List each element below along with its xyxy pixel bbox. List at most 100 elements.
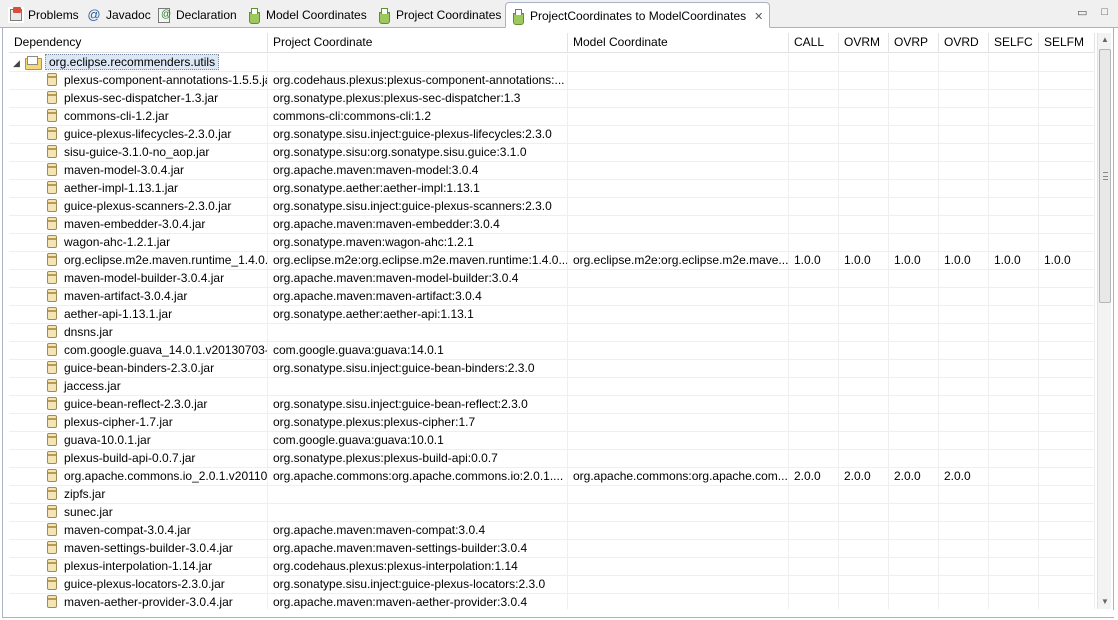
table-row[interactable]: maven-compat-3.0.4.jar org.apache.maven:m… <box>9 522 1095 540</box>
scroll-up-icon[interactable]: ▲ <box>1098 33 1112 47</box>
expand-toggle-icon[interactable]: ◢ <box>13 55 23 72</box>
column-header-selfm[interactable]: SELFM <box>1039 33 1095 53</box>
table-row[interactable]: maven-model-3.0.4.jar org.apache.maven:ma… <box>9 162 1095 180</box>
project-coordinate-cell: org.sonatype.sisu.inject:guice-bean-bind… <box>268 360 568 378</box>
tab-projectcoordinates-to-modelcoordinates[interactable]: ProjectCoordinates to ModelCoordinates ✕ <box>505 2 771 28</box>
ovrp-cell <box>889 360 939 378</box>
tab-declaration[interactable]: Declaration <box>152 4 243 26</box>
table-row[interactable]: com.google.guava_14.0.1.v20130703- com.go… <box>9 342 1095 360</box>
table-row[interactable]: guice-plexus-scanners-2.3.0.jar org.sonat… <box>9 198 1095 216</box>
empty-cell <box>789 54 839 72</box>
table-row[interactable]: jaccess.jar <box>9 378 1095 396</box>
maximize-icon[interactable]: □ <box>1101 6 1108 19</box>
table-row[interactable]: plexus-interpolation-1.14.jar org.codehau… <box>9 558 1095 576</box>
call-cell <box>789 144 839 162</box>
jar-icon <box>47 577 57 590</box>
column-header-ovrd[interactable]: OVRD <box>939 33 989 53</box>
selfm-cell <box>1039 576 1095 594</box>
model-coordinate-cell <box>568 576 789 594</box>
table-row[interactable]: guice-plexus-lifecycles-2.3.0.jar org.son… <box>9 126 1095 144</box>
ovrm-cell <box>839 540 889 558</box>
column-header-selfc[interactable]: SELFC <box>989 33 1039 53</box>
table-row[interactable]: maven-model-builder-3.0.4.jar org.apache.… <box>9 270 1095 288</box>
ovrd-cell <box>939 306 989 324</box>
ovrm-cell <box>839 90 889 108</box>
dependency-cell: jaccess.jar <box>9 378 268 396</box>
ovrm-cell <box>839 414 889 432</box>
table-row[interactable]: dnsns.jar <box>9 324 1095 342</box>
dependency-cell: commons-cli-1.2.jar <box>9 108 268 126</box>
tab-project-coordinates[interactable]: Project Coordinates <box>372 4 507 26</box>
tab-javadoc[interactable]: @ Javadoc <box>82 4 157 26</box>
selfm-cell <box>1039 126 1095 144</box>
selfm-cell <box>1039 378 1095 396</box>
tab-problems[interactable]: Problems <box>4 4 85 26</box>
table-row[interactable]: maven-aether-provider-3.0.4.jar org.apach… <box>9 594 1095 609</box>
selfm-cell <box>1039 360 1095 378</box>
call-cell <box>789 378 839 396</box>
table-row[interactable]: commons-cli-1.2.jar commons-cli:commons-c… <box>9 108 1095 126</box>
table-row[interactable]: guice-plexus-locators-2.3.0.jar org.sonat… <box>9 576 1095 594</box>
dependency-cell: guice-bean-reflect-2.3.0.jar <box>9 396 268 414</box>
selfm-cell <box>1039 288 1095 306</box>
minimize-icon[interactable]: ▭ <box>1077 6 1087 19</box>
table-row[interactable]: wagon-ahc-1.2.1.jar org.sonatype.maven:wa… <box>9 234 1095 252</box>
dependency-cell: maven-artifact-3.0.4.jar <box>9 288 268 306</box>
tab-model-coordinates[interactable]: Model Coordinates <box>242 4 373 26</box>
selfm-cell <box>1039 108 1095 126</box>
selfm-cell <box>1039 144 1095 162</box>
table-row[interactable]: plexus-cipher-1.7.jar org.sonatype.plexus… <box>9 414 1095 432</box>
table-row[interactable]: aether-api-1.13.1.jar org.sonatype.aether… <box>9 306 1095 324</box>
project-coordinate-cell <box>268 378 568 396</box>
table-row[interactable]: maven-embedder-3.0.4.jar org.apache.maven… <box>9 216 1095 234</box>
selfm-cell <box>1039 594 1095 609</box>
jar-icon <box>47 451 57 464</box>
column-header-ovrm[interactable]: OVRM <box>839 33 889 53</box>
table-row[interactable]: aether-impl-1.13.1.jar org.sonatype.aethe… <box>9 180 1095 198</box>
table-row[interactable]: sisu-guice-3.1.0-no_aop.jar org.sonatype.… <box>9 144 1095 162</box>
table-row[interactable]: org.eclipse.m2e.maven.runtime_1.4.0.jar o… <box>9 252 1095 270</box>
tree-root-row[interactable]: ◢ org.eclipse.recommenders.utils <box>9 54 1095 72</box>
ovrm-cell: 1.0.0 <box>839 252 889 270</box>
ovrp-cell <box>889 576 939 594</box>
tab-label: Project Coordinates <box>396 8 502 22</box>
model-coordinate-cell <box>568 180 789 198</box>
table-row[interactable]: org.apache.commons.io_2.0.1.v20110 org.ap… <box>9 468 1095 486</box>
project-coordinate-cell: com.google.guava:guava:14.0.1 <box>268 342 568 360</box>
table-row[interactable]: maven-settings-builder-3.0.4.jar org.apac… <box>9 540 1095 558</box>
table-row[interactable]: plexus-build-api-0.0.7.jar org.sonatype.p… <box>9 450 1095 468</box>
table-row[interactable]: guice-bean-binders-2.3.0.jar org.sonatype… <box>9 360 1095 378</box>
column-header-ovrp[interactable]: OVRP <box>889 33 939 53</box>
model-coordinate-cell <box>568 414 789 432</box>
table-row[interactable]: guice-bean-reflect-2.3.0.jar org.sonatype… <box>9 396 1095 414</box>
column-header-dependency[interactable]: Dependency <box>9 33 268 53</box>
table-row[interactable]: guava-10.0.1.jar com.google.guava:guava:1… <box>9 432 1095 450</box>
column-header-project-coordinate[interactable]: Project Coordinate <box>268 33 568 53</box>
model-coordinate-cell <box>568 216 789 234</box>
project-coordinate-cell: org.sonatype.aether:aether-impl:1.13.1 <box>268 180 568 198</box>
close-icon[interactable]: ✕ <box>754 10 763 23</box>
column-header-call[interactable]: CALL <box>789 33 839 53</box>
model-coordinate-cell <box>568 162 789 180</box>
model-coordinate-cell <box>568 450 789 468</box>
dependency-cell: plexus-cipher-1.7.jar <box>9 414 268 432</box>
table-row[interactable]: plexus-sec-dispatcher-1.3.jar org.sonatyp… <box>9 90 1095 108</box>
column-header-model-coordinate[interactable]: Model Coordinate <box>568 33 789 53</box>
empty-cell <box>889 54 939 72</box>
table-row[interactable]: maven-artifact-3.0.4.jar org.apache.maven… <box>9 288 1095 306</box>
selfc-cell <box>989 144 1039 162</box>
scrollbar-thumb[interactable] <box>1099 49 1111 303</box>
ovrp-cell <box>889 594 939 609</box>
project-coordinate-cell: org.sonatype.sisu.inject:guice-plexus-li… <box>268 126 568 144</box>
table-row[interactable]: zipfs.jar <box>9 486 1095 504</box>
vertical-scrollbar[interactable]: ▲ ▼ <box>1097 33 1111 609</box>
table-row[interactable]: plexus-component-annotations-1.5.5.jar or… <box>9 72 1095 90</box>
dependency-name: org.apache.commons.io_2.0.1.v20110 <box>64 469 268 483</box>
ovrp-cell <box>889 450 939 468</box>
scroll-down-icon[interactable]: ▼ <box>1098 595 1112 609</box>
selfc-cell <box>989 306 1039 324</box>
dependency-name: maven-embedder-3.0.4.jar <box>64 217 206 231</box>
ovrm-cell <box>839 144 889 162</box>
dependency-name: com.google.guava_14.0.1.v20130703- <box>64 343 268 357</box>
table-row[interactable]: sunec.jar <box>9 504 1095 522</box>
